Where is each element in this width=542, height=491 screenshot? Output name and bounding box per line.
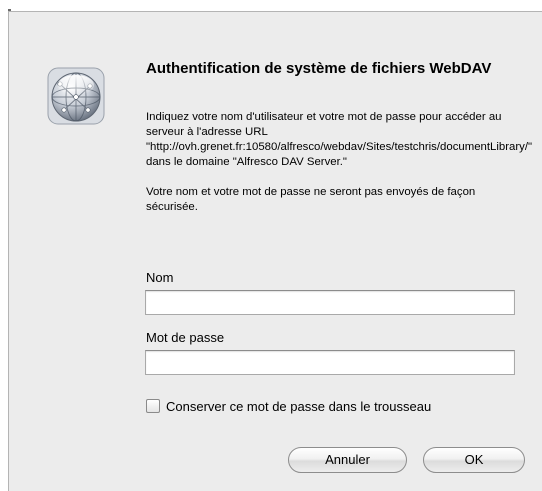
message-paragraph: Indiquez votre nom d'utilisateur et votr… — [146, 111, 533, 168]
keychain-checkbox-row[interactable]: Conserver ce mot de passe dans le trouss… — [146, 397, 431, 415]
keychain-checkbox[interactable] — [146, 399, 160, 413]
name-label: Nom — [146, 270, 174, 285]
password-label: Mot de passe — [146, 330, 225, 345]
cancel-button[interactable]: Annuler — [288, 447, 407, 473]
ok-button[interactable]: OK — [423, 447, 525, 473]
keychain-checkbox-label[interactable]: Conserver ce mot de passe dans le trouss… — [166, 399, 431, 414]
password-field[interactable] — [145, 350, 515, 375]
dialog-message: Indiquez votre nom d'utilisateur et votr… — [146, 110, 533, 215]
name-field[interactable] — [145, 290, 515, 315]
message-paragraph: Votre nom et votre mot de passe ne seron… — [146, 186, 476, 213]
network-globe-icon — [46, 66, 106, 126]
dialog-title: Authentification de système de fichiers … — [146, 60, 492, 77]
